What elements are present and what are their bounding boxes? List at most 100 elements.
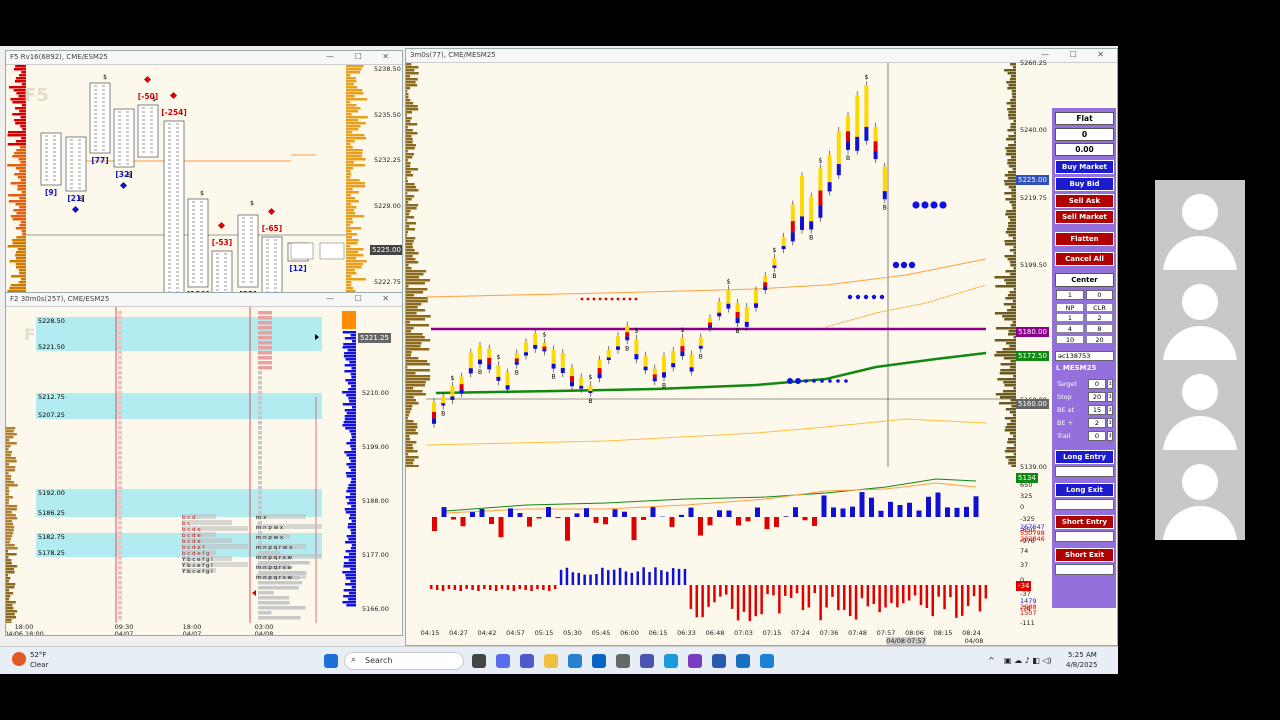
- stepper-arrows-icon[interactable]: ↕: [1107, 379, 1113, 389]
- tpo-volume-bar: [6, 457, 16, 460]
- teams-icon[interactable]: [520, 654, 534, 668]
- tpo-volume-bar: [6, 544, 15, 547]
- param-input[interactable]: 20: [1088, 392, 1106, 402]
- cancel-all-button[interactable]: Cancel All: [1055, 252, 1114, 266]
- qty-counter[interactable]: 0: [1086, 290, 1113, 300]
- right-volume-profile: [1008, 165, 1016, 168]
- qty-20-button[interactable]: 20: [1086, 335, 1113, 344]
- tpo-letter-block: [258, 441, 262, 445]
- outlook-icon[interactable]: [592, 654, 606, 668]
- edge-icon[interactable]: [664, 654, 678, 668]
- footprint-plot[interactable]: [9][21][77][32][-50][-254][120][-53][33]…: [26, 65, 346, 296]
- clr-button[interactable]: CLR: [1086, 303, 1113, 312]
- buy-market-button[interactable]: Buy Market: [1055, 160, 1114, 174]
- app-icon[interactable]: [760, 654, 774, 668]
- long-entry-button[interactable]: Long Entry: [1055, 450, 1114, 464]
- stepper-arrows-icon[interactable]: ↕: [1107, 418, 1113, 428]
- clock-date[interactable]: 4/8/2025: [1066, 661, 1097, 669]
- long-entry-dropdown[interactable]: [1055, 466, 1114, 477]
- right-volume-profile: [1007, 177, 1016, 180]
- param-input[interactable]: 0: [1088, 431, 1106, 441]
- left-volume-profile: [406, 384, 426, 387]
- short-entry-button[interactable]: Short Entry: [1055, 515, 1114, 529]
- left-volume-profile: [406, 249, 415, 252]
- clock-time[interactable]: 5:25 AM: [1068, 651, 1097, 659]
- left-volume-profile: [406, 363, 430, 366]
- tpo-chart-window[interactable]: F2 30m0s(257), CME/ESM25 — ☐ ✕ F 5228.50…: [5, 292, 403, 636]
- time-tick: 07:48: [848, 629, 867, 637]
- short-exit-button[interactable]: Short Exit: [1055, 548, 1114, 562]
- right-volume-profile: [1004, 279, 1016, 282]
- footprint-title-bar[interactable]: F5 Rv16(6892), CME/ESM25 — ☐ ✕: [6, 51, 402, 65]
- search-box[interactable]: ⌕ Search: [344, 652, 464, 670]
- center-button[interactable]: Center: [1055, 273, 1114, 287]
- window-controls[interactable]: — ☐ ✕: [326, 294, 398, 303]
- cvd-value: 1507: [1020, 609, 1037, 617]
- candle-body: [800, 176, 804, 201]
- short-entry-dropdown[interactable]: [1055, 531, 1114, 542]
- delta-bar: [973, 496, 979, 517]
- weather-icon[interactable]: [12, 652, 26, 666]
- buy-bid-button[interactable]: Buy Bid: [1055, 177, 1114, 191]
- tpo-volume-bar: [6, 562, 12, 565]
- delta-histogram-plot[interactable]: [406, 469, 1016, 543]
- task-view-icon[interactable]: [472, 654, 486, 668]
- long-exit-dropdown[interactable]: [1055, 499, 1114, 510]
- flatten-button[interactable]: Flatten: [1055, 232, 1114, 246]
- main-price-plot[interactable]: B $ B $ B $ B B $ B $ B $ B $ B B $ B $ B $ B: [406, 63, 1016, 467]
- param-input[interactable]: 2: [1088, 418, 1106, 428]
- cvd-histogram-plot[interactable]: [406, 547, 1016, 627]
- buy-dot: [787, 378, 793, 384]
- start-icon[interactable]: [324, 654, 338, 668]
- tpo-right-profile: [342, 601, 356, 604]
- account-select[interactable]: ac138753: [1055, 351, 1114, 361]
- buy-marker: [119, 181, 128, 190]
- stepper-arrows-icon[interactable]: ↕: [1107, 405, 1113, 415]
- buy-dot: [930, 201, 938, 209]
- right-volume-profile: [999, 396, 1016, 399]
- volume-bar: [346, 236, 352, 239]
- sell-market-button[interactable]: Sell Market: [1055, 210, 1114, 224]
- stepper-arrows-icon[interactable]: ↕: [1107, 431, 1113, 441]
- visual-studio-icon[interactable]: [688, 654, 702, 668]
- qty-2-button[interactable]: 2: [1086, 313, 1113, 322]
- settings-icon[interactable]: [616, 654, 630, 668]
- window-controls[interactable]: — ☐ ✕: [326, 52, 398, 61]
- param-input[interactable]: 0: [1088, 379, 1106, 389]
- volume-bar: [19, 272, 26, 275]
- short-exit-dropdown[interactable]: [1055, 564, 1114, 575]
- tray-chevron-icon[interactable]: ^: [988, 656, 995, 665]
- stepper-arrows-icon[interactable]: ↕: [1107, 392, 1113, 402]
- tpo-right-profile: [348, 388, 356, 391]
- qty-input[interactable]: 1: [1056, 290, 1084, 300]
- remote-desktop-icon[interactable]: [736, 654, 750, 668]
- teams-work-icon[interactable]: [640, 654, 654, 668]
- tpo-right-profile: [342, 424, 356, 427]
- qty-8-button[interactable]: 8: [1086, 324, 1113, 333]
- tpo-title-bar[interactable]: F2 30m0s(257), CME/ESM25 — ☐ ✕: [6, 293, 402, 307]
- tpo-plot[interactable]: 5228.50 5221.50 5212.75 5207.25 5192.00 5186.…: [6, 307, 358, 623]
- main-chart-window[interactable]: 3m0s(77), CME/MESM25 — ☐ ✕ B $ B $ B $ B B $ B $ B $…: [405, 48, 1118, 646]
- tpo-right-profile: [351, 586, 356, 589]
- file-explorer-icon[interactable]: [544, 654, 558, 668]
- main-title-bar[interactable]: 3m0s(77), CME/MESM25 — ☐ ✕: [406, 49, 1117, 63]
- store-icon[interactable]: [568, 654, 582, 668]
- qty-1-button[interactable]: 1: [1056, 313, 1084, 322]
- qty-10-button[interactable]: 10: [1056, 335, 1084, 344]
- qty-4-button[interactable]: 4: [1056, 324, 1084, 333]
- candle-body: [708, 325, 712, 328]
- footprint-chart-window[interactable]: F5 Rv16(6892), CME/ESM25 — ☐ ✕ F5 [9] [21…: [5, 50, 403, 296]
- np-button[interactable]: NP: [1056, 303, 1084, 312]
- tray-icons[interactable]: ▣ ☁ ♪ ◧ ◁): [1004, 656, 1052, 665]
- tpo-letter-block: [258, 606, 306, 610]
- window-controls[interactable]: — ☐ ✕: [1041, 50, 1113, 59]
- sell-ask-button[interactable]: Sell Ask: [1055, 194, 1114, 208]
- cvd-bar: [919, 585, 923, 606]
- candle-body: [781, 236, 786, 243]
- long-exit-button[interactable]: Long Exit: [1055, 483, 1114, 497]
- trading-app-icon[interactable]: [712, 654, 726, 668]
- param-input[interactable]: 15: [1088, 405, 1106, 415]
- buy-dot: [844, 379, 848, 383]
- copilot-icon[interactable]: [496, 654, 510, 668]
- cvd-bar: [565, 567, 569, 585]
